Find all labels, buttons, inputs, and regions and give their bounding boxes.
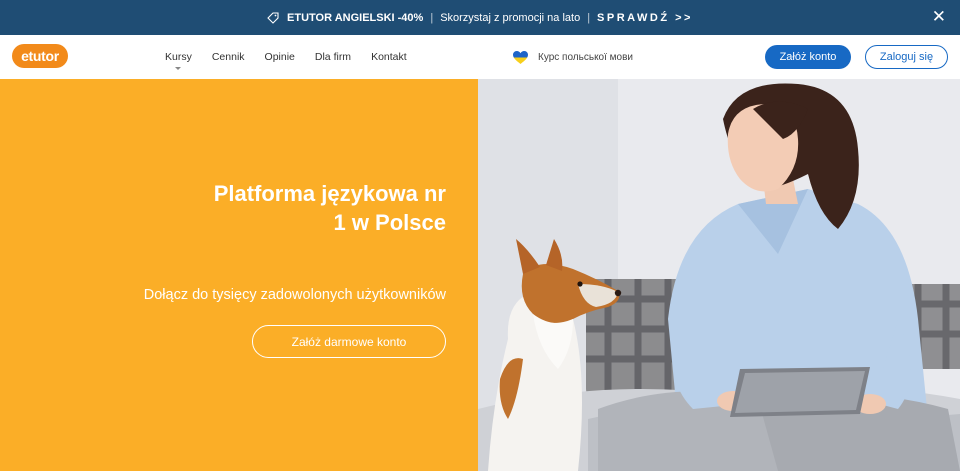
promo-separator: |	[587, 11, 591, 24]
promo-text: Skorzystaj z promocji na lato	[440, 11, 581, 24]
hero-photo	[478, 79, 960, 471]
nav-item-kursy[interactable]: Kursy	[165, 51, 192, 70]
nav-item-opinie[interactable]: Opinie	[265, 51, 295, 63]
ukrainian-course-label: Курс польської мови	[538, 51, 634, 63]
hero-panel: Platforma językowa nr 1 w Polsce Dołącz …	[0, 79, 478, 471]
login-button[interactable]: Zaloguj się	[865, 45, 948, 69]
nav-item-label: Kursy	[165, 51, 192, 63]
nav-item-cennik[interactable]: Cennik	[212, 51, 245, 63]
hero-title: Platforma językowa nr 1 w Polsce	[213, 181, 446, 235]
promo-title: ETUTOR ANGIELSKI -40%	[287, 11, 424, 24]
price-tag-icon	[267, 11, 279, 24]
nav-menu: Kursy Cennik Opinie Dla firm Kontakt	[165, 35, 427, 79]
promo-separator: |	[430, 11, 434, 24]
close-icon[interactable]: ✕	[932, 7, 946, 27]
nav-item-dla-firm[interactable]: Dla firm	[315, 51, 351, 63]
promo-bar: ETUTOR ANGIELSKI -40% | Skorzystaj z pro…	[0, 0, 960, 35]
promo-cta-link[interactable]: SPRAWDŹ >>	[597, 12, 693, 24]
ukrainian-course-link[interactable]: Курс польської мови	[513, 35, 633, 79]
main-navigation: etutor Kursy Cennik Opinie Dla firm Kont…	[0, 35, 960, 79]
chevron-down-icon	[175, 67, 182, 70]
etutor-logo[interactable]: etutor	[12, 44, 68, 68]
ukraine-heart-icon	[513, 50, 528, 64]
tablet	[730, 367, 870, 417]
woman-with-dog-illustration	[478, 79, 960, 471]
nav-item-kontakt[interactable]: Kontakt	[371, 51, 407, 63]
hero-subtitle: Dołącz do tysięcy zadowolonych użytkowni…	[143, 287, 446, 303]
create-free-account-button[interactable]: Załóż darmowe konto	[252, 325, 446, 358]
register-button[interactable]: Załóż konto	[765, 45, 851, 69]
